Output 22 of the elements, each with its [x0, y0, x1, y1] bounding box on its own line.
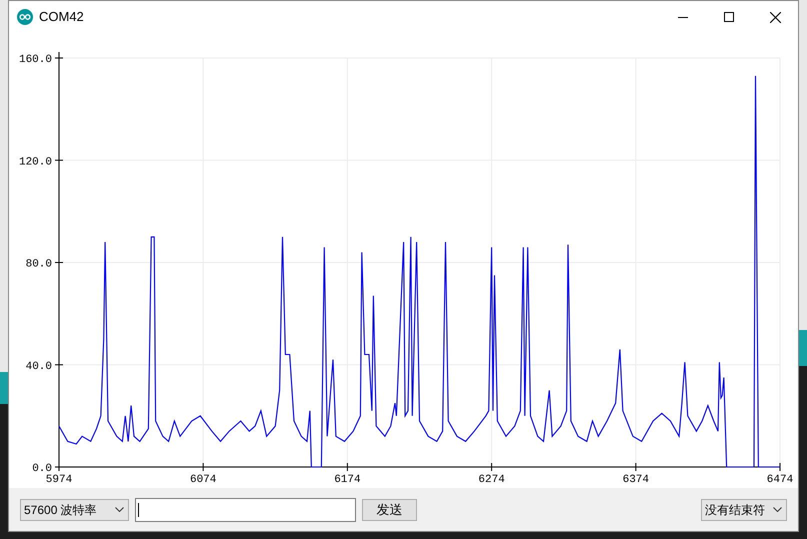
x-tick-label: 5974: [46, 474, 72, 486]
chevron-down-icon: [115, 507, 124, 512]
maximize-icon: [724, 12, 734, 22]
send-button[interactable]: 发送: [362, 498, 417, 520]
y-tick-label: 120.0: [18, 156, 52, 168]
x-tick-label: 6274: [478, 474, 505, 486]
baud-rate-dropdown[interactable]: 57600 波特率: [20, 498, 129, 520]
y-tick-label: 160.0: [18, 54, 52, 66]
y-tick-label: 40.0: [26, 360, 52, 373]
x-tick-label: 6174: [334, 474, 361, 486]
chevron-down-icon: [773, 507, 782, 512]
window-title: COM42: [39, 8, 84, 26]
x-tick-label: 6374: [622, 474, 649, 486]
close-icon: [770, 12, 780, 22]
x-tick-label: 6474: [766, 474, 794, 486]
app-logo-icon: [17, 9, 33, 25]
y-tick-label: 80.0: [26, 258, 52, 270]
y-tick-label: 0.0: [32, 463, 52, 475]
send-input-field[interactable]: [135, 498, 356, 522]
x-tick-label: 6074: [190, 474, 216, 486]
line-ending-dropdown[interactable]: 没有结束符: [701, 498, 787, 520]
minimize-icon: [678, 16, 688, 18]
